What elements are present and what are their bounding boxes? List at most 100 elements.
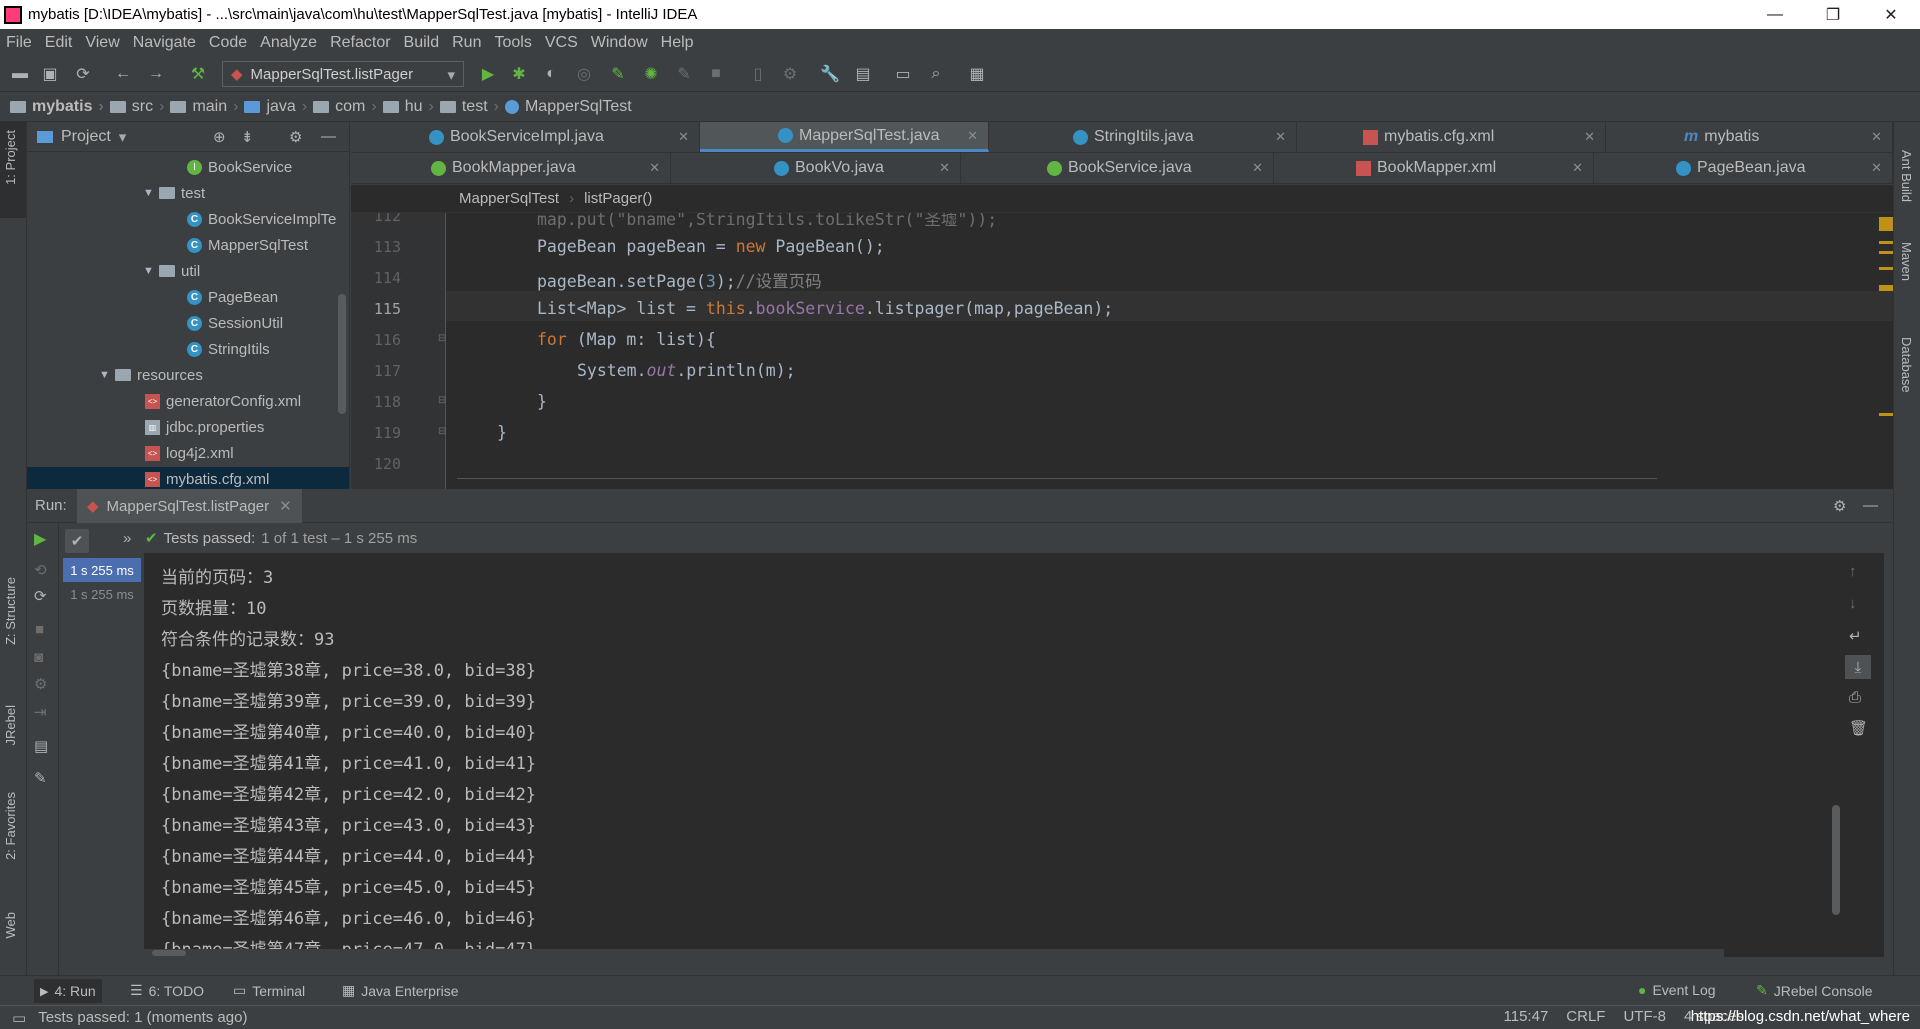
pin-icon[interactable]: ✎	[34, 769, 47, 787]
menu-tools[interactable]: Tools	[494, 34, 531, 52]
tree-item-selected[interactable]: <> mybatis.cfg.xml	[27, 467, 349, 491]
tab-bookmapper-xml[interactable]: BookMapper.xml ✕	[1274, 153, 1594, 183]
tab-bookmapper-java[interactable]: BookMapper.java ✕	[351, 153, 671, 183]
menu-analyze[interactable]: Analyze	[260, 34, 317, 52]
project-panel-title[interactable]: Project	[61, 128, 111, 146]
editor-gutter[interactable]: 112 113 114 115 116 117 118 119 120 ⊟ ⊟ …	[351, 213, 446, 489]
error-stripe-mark[interactable]	[1879, 241, 1893, 244]
terminal-tool-button[interactable]: ▭ Terminal	[233, 982, 305, 999]
run-icon[interactable]: ▶	[478, 64, 498, 84]
tree-item[interactable]: C StringItils	[187, 337, 270, 361]
menu-code[interactable]: Code	[209, 34, 247, 52]
line-separator[interactable]: CRLF	[1566, 1008, 1605, 1025]
close-button[interactable]: ✕	[1862, 0, 1920, 29]
file-encoding[interactable]: UTF-8	[1623, 1008, 1666, 1025]
breadcrumb-main[interactable]: main ›	[170, 98, 244, 116]
java-enterprise-tool-button[interactable]: ▦ Java Enterprise	[342, 982, 459, 999]
project-structure-icon[interactable]: ▤	[853, 64, 873, 84]
editor-breadcrumb-method[interactable]: listPager()	[584, 190, 652, 207]
tree-item[interactable]: C MapperSqlTest	[187, 233, 308, 257]
expand-chevron-icon[interactable]: »	[123, 530, 131, 547]
close-tab-icon[interactable]: ✕	[1275, 129, 1286, 145]
expand-triangle-icon[interactable]: ▼	[143, 265, 159, 277]
database-tool-button[interactable]: Database	[1899, 337, 1914, 393]
scroll-to-end-icon[interactable]: ⤓	[1845, 655, 1871, 679]
structure-tool-button[interactable]: Z: Structure	[3, 577, 18, 645]
run-tab[interactable]: ◆ MapperSqlTest.listPager ✕	[77, 489, 302, 523]
tree-item[interactable]: ▼ resources	[99, 363, 203, 387]
breadcrumb-test[interactable]: test ›	[439, 98, 505, 116]
run-tool-button[interactable]: ▶ 4: Run	[34, 979, 102, 1003]
up-arrow-icon[interactable]: ↑	[1849, 563, 1857, 580]
tree-item[interactable]: ▼ test	[143, 181, 205, 205]
timing-row[interactable]: 1 s 255 ms	[63, 558, 141, 582]
editor-breadcrumb-class[interactable]: MapperSqlTest	[459, 190, 559, 207]
close-tab-icon[interactable]: ✕	[1584, 129, 1595, 145]
code-editor[interactable]: 112 113 114 115 116 117 118 119 120 ⊟ ⊟ …	[351, 213, 1893, 489]
console-hscrollbar[interactable]	[152, 950, 186, 956]
jrebel-tool-button[interactable]: JRebel	[3, 705, 18, 745]
jrebel-console-tool-button[interactable]: ✎ JRebel Console	[1756, 982, 1873, 999]
save-icon[interactable]: ▣	[40, 64, 60, 84]
tree-item[interactable]: <> log4j2.xml	[145, 441, 234, 465]
maximize-button[interactable]: ❐	[1804, 0, 1862, 29]
caret-position[interactable]: 115:47	[1504, 1008, 1549, 1025]
tab-bookvo[interactable]: BookVo.java ✕	[671, 153, 961, 183]
menu-window[interactable]: Window	[591, 34, 648, 52]
close-tab-icon[interactable]: ✕	[967, 128, 978, 144]
settings-icon[interactable]: ⚙	[34, 675, 47, 693]
hide-icon[interactable]: —	[1863, 497, 1878, 514]
tree-item[interactable]: I BookService	[187, 155, 292, 179]
tasks-icon[interactable]: ▦	[967, 64, 987, 84]
error-stripe-mark[interactable]	[1879, 267, 1893, 270]
breadcrumb-class[interactable]: MapperSqlTest	[504, 98, 632, 116]
close-tab-icon[interactable]: ✕	[939, 160, 950, 176]
menu-navigate[interactable]: Navigate	[133, 34, 196, 52]
project-tool-button[interactable]: 1: Project	[3, 130, 18, 185]
search-icon[interactable]: ⌕	[926, 64, 946, 84]
tree-item[interactable]: C BookServiceImplTe	[187, 207, 336, 231]
menu-file[interactable]: File	[6, 34, 32, 52]
close-tab-icon[interactable]: ✕	[279, 497, 292, 515]
menu-view[interactable]: View	[85, 34, 119, 52]
hide-icon[interactable]: —	[321, 128, 336, 145]
terminal-window-icon[interactable]: ▭	[893, 64, 913, 84]
close-tab-icon[interactable]: ✕	[1572, 160, 1583, 176]
jrebel-update-icon[interactable]: ✎	[674, 64, 694, 84]
sync-icon[interactable]: ⟳	[73, 64, 93, 84]
back-icon[interactable]: ←	[113, 64, 133, 84]
tab-bookserviceimpl[interactable]: BookServiceImpl.java ✕	[351, 122, 700, 152]
tree-item[interactable]: ▼ util	[143, 259, 200, 283]
close-tab-icon[interactable]: ✕	[678, 129, 689, 145]
coverage-icon[interactable]: ◐	[541, 64, 561, 84]
close-tab-icon[interactable]: ✕	[1871, 129, 1882, 145]
tree-item[interactable]: ▥ jdbc.properties	[145, 415, 264, 439]
stop-icon[interactable]: ■	[35, 621, 44, 638]
trash-icon[interactable]: 🗑	[1849, 719, 1868, 737]
breadcrumb-src[interactable]: src ›	[109, 98, 171, 116]
tab-stringitils[interactable]: StringItils.java ✕	[989, 122, 1297, 152]
menu-help[interactable]: Help	[661, 34, 694, 52]
collapse-icon[interactable]: ⇟	[241, 128, 254, 146]
gear-icon[interactable]: ⚙	[289, 128, 302, 146]
close-tab-icon[interactable]: ✕	[1252, 160, 1263, 176]
ant-build-tool-button[interactable]: Ant Build	[1899, 150, 1914, 202]
menu-edit[interactable]: Edit	[45, 34, 73, 52]
jrebel-debug-icon[interactable]: ✺	[641, 64, 661, 84]
console-output[interactable]: 当前的页码：3 页数据量：10 符合条件的记录数：93 {bname=圣墟第38…	[144, 553, 1884, 957]
attach-icon[interactable]: ▯	[748, 64, 768, 84]
warning-marker[interactable]	[1879, 217, 1893, 231]
tab-mybatis-maven[interactable]: m mybatis ✕	[1606, 122, 1893, 152]
project-scrollbar[interactable]	[338, 294, 346, 414]
open-folder-icon[interactable]: ▬	[10, 64, 30, 84]
web-tool-button[interactable]: Web	[3, 912, 18, 939]
soft-wrap-icon[interactable]: ↵	[1849, 627, 1862, 645]
down-arrow-icon[interactable]: ↓	[1849, 595, 1857, 612]
tab-mappersqltest[interactable]: MapperSqlTest.java ✕	[700, 122, 989, 152]
console-vscrollbar[interactable]	[1832, 805, 1840, 915]
breadcrumb-project[interactable]: mybatis ›	[10, 98, 110, 116]
tree-item[interactable]: C SessionUtil	[187, 311, 283, 335]
debug-icon[interactable]: ✱	[509, 64, 529, 84]
forward-icon[interactable]: →	[146, 64, 166, 84]
favorites-tool-button[interactable]: 2: Favorites	[3, 792, 18, 860]
